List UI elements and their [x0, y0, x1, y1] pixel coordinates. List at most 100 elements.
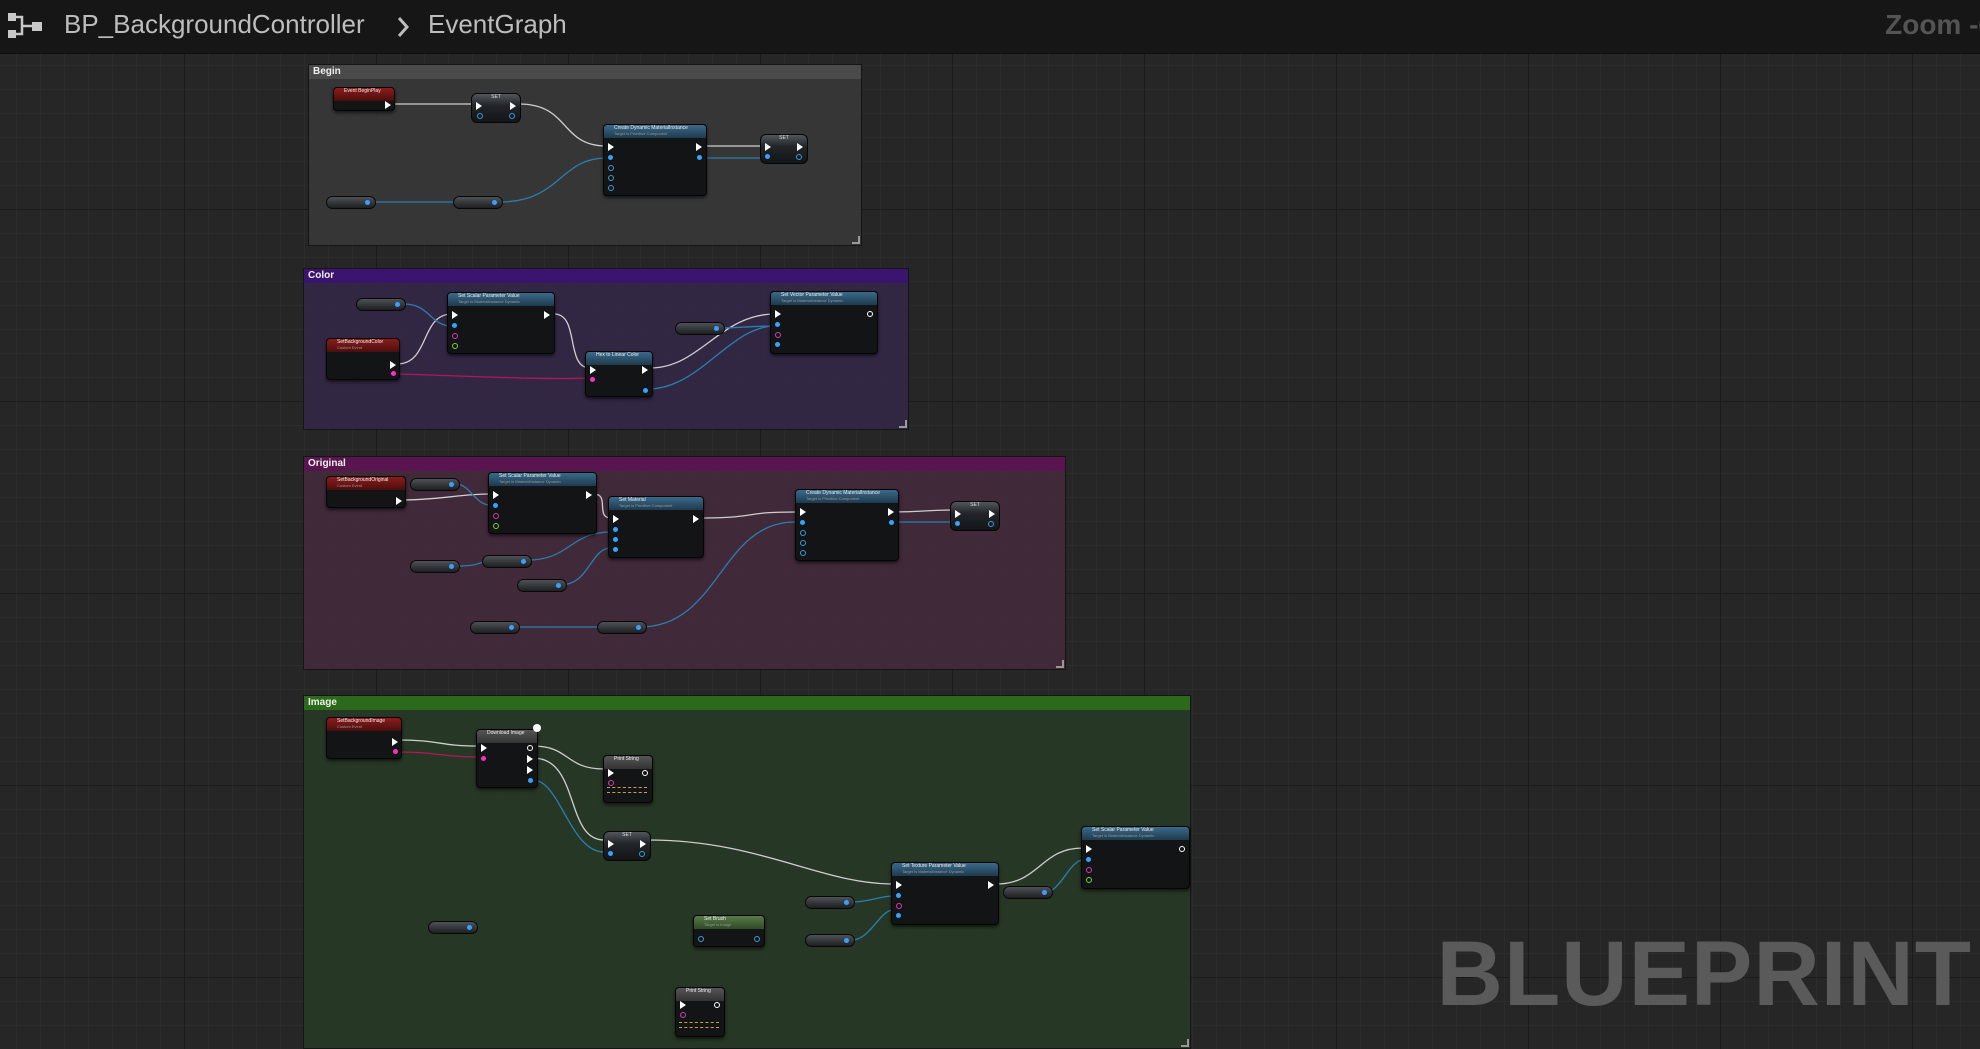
download-image-node[interactable]: Download Image — [476, 724, 541, 788]
set-brush-node[interactable]: Set Brush Target is Image — [693, 915, 765, 947]
value-out-pin[interactable] — [509, 113, 515, 119]
target-pin[interactable] — [452, 323, 457, 328]
exec-in-pin[interactable] — [452, 311, 458, 319]
exec-in-pin[interactable] — [608, 143, 614, 151]
set-variable-node[interactable]: SET — [950, 501, 1000, 531]
value-in-pin[interactable] — [477, 113, 483, 119]
exec-out-pin[interactable] — [390, 361, 396, 369]
variable-get-node[interactable] — [805, 934, 855, 947]
value-pin[interactable] — [896, 913, 901, 918]
param-name-pin[interactable] — [452, 333, 458, 339]
exec-out-pin[interactable] — [510, 102, 516, 110]
in-string-pin[interactable] — [608, 780, 614, 786]
exec-in-pin[interactable] — [613, 515, 619, 523]
variable-get-node[interactable] — [597, 621, 647, 634]
param-pin[interactable] — [800, 530, 806, 536]
param-name-pin[interactable] — [775, 332, 781, 338]
param-name-pin[interactable] — [896, 903, 902, 909]
in-string-pin[interactable] — [680, 1012, 686, 1018]
set-scalar-parameter-value-node[interactable]: Set Scalar Parameter Value Target is Mate… — [1081, 826, 1190, 889]
variable-get-node[interactable] — [428, 921, 478, 934]
exec-out-pin[interactable] — [642, 770, 648, 776]
hex-in-pin[interactable] — [590, 377, 595, 382]
variable-get-node[interactable] — [410, 560, 460, 573]
exec-out-pin[interactable] — [640, 840, 646, 848]
set-scalar-parameter-value-node[interactable]: Set Scalar Parameter Value Target is Mate… — [488, 472, 597, 534]
exec-in-pin[interactable] — [765, 143, 771, 151]
then-pin[interactable] — [527, 745, 533, 751]
return-value-pin[interactable] — [697, 155, 702, 160]
comment-image[interactable]: Image — [303, 695, 1191, 1049]
value-out-pin[interactable] — [639, 851, 645, 857]
custom-event-setbackgroundoriginal-node[interactable]: SetBackgroundOriginal Custom Event — [326, 476, 406, 508]
exec-in-pin[interactable] — [493, 491, 499, 499]
blueprint-name-breadcrumb[interactable]: BP_BackgroundController — [64, 9, 365, 40]
exec-in-pin[interactable] — [481, 744, 487, 752]
exec-out-pin[interactable] — [396, 497, 402, 505]
exec-in-pin[interactable] — [1086, 845, 1092, 853]
value-pin[interactable] — [775, 342, 780, 347]
exec-out-pin[interactable] — [867, 311, 873, 317]
exec-out-pin[interactable] — [989, 510, 995, 518]
material-pin[interactable] — [613, 547, 618, 552]
exec-in-pin[interactable] — [680, 1001, 686, 1009]
variable-get-node[interactable] — [326, 196, 376, 209]
target-pin[interactable] — [613, 527, 618, 532]
target-pin[interactable] — [698, 936, 704, 942]
graph-name-breadcrumb[interactable]: EventGraph — [428, 9, 567, 40]
exec-in-pin[interactable] — [775, 310, 781, 318]
exec-out-pin[interactable] — [586, 491, 592, 499]
target-pin[interactable] — [1086, 857, 1091, 862]
exec-out-pin[interactable] — [797, 143, 803, 151]
create-dynamic-material-instance-node[interactable]: Create Dynamic MaterialInstance Target is… — [795, 489, 899, 561]
graph-icon[interactable] — [8, 13, 42, 39]
variable-get-node[interactable] — [453, 196, 503, 209]
exec-out-pin[interactable] — [1179, 846, 1185, 852]
value-pin[interactable] — [1086, 877, 1092, 883]
value-pin[interactable] — [493, 523, 499, 529]
set-variable-node[interactable]: SET — [603, 831, 651, 861]
exec-out-pin[interactable] — [714, 1002, 720, 1008]
exec-out-pin[interactable] — [385, 101, 391, 109]
custom-event-setbackgroundcolor-node[interactable]: SetBackgroundColor Custom Event — [326, 338, 400, 380]
on-success-pin[interactable] — [527, 755, 533, 763]
param-name-pin[interactable] — [493, 513, 499, 519]
target-pin[interactable] — [493, 503, 498, 508]
exec-out-pin[interactable] — [544, 311, 550, 319]
exec-in-pin[interactable] — [590, 366, 596, 374]
param-pin[interactable] — [800, 540, 806, 546]
variable-get-node[interactable] — [517, 579, 567, 592]
value-in-pin[interactable] — [955, 521, 960, 526]
param-pin[interactable] — [608, 185, 614, 191]
value-pin[interactable] — [452, 343, 458, 349]
variable-get-node[interactable] — [482, 555, 532, 568]
resize-handle[interactable] — [852, 236, 860, 244]
texture-out-pin[interactable] — [528, 778, 533, 783]
param-name-pin[interactable] — [1086, 867, 1092, 873]
set-variable-node[interactable]: SET — [760, 134, 808, 164]
variable-get-node[interactable] — [675, 322, 725, 335]
exec-out-pin[interactable] — [392, 738, 398, 746]
exec-in-pin[interactable] — [608, 769, 614, 777]
set-material-node[interactable]: Set Material Target is Primitive Componen… — [608, 496, 704, 558]
resize-handle[interactable] — [899, 420, 907, 428]
target-pin[interactable] — [608, 155, 613, 160]
url-in-pin[interactable] — [481, 756, 486, 761]
print-string-node[interactable]: Print String — [675, 987, 725, 1037]
param-pin[interactable] — [608, 175, 614, 181]
value-out-pin[interactable] — [796, 154, 802, 160]
exec-in-pin[interactable] — [896, 881, 902, 889]
variable-get-node[interactable] — [1003, 886, 1053, 899]
color-out-pin[interactable] — [391, 371, 396, 376]
variable-get-node[interactable] — [410, 478, 460, 491]
text-field[interactable] — [679, 1022, 719, 1028]
exec-in-pin[interactable] — [476, 102, 482, 110]
param-pin[interactable] — [608, 165, 614, 171]
variable-get-node[interactable] — [470, 621, 520, 634]
print-string-node[interactable]: Print String — [603, 755, 653, 803]
set-variable-node[interactable]: SET — [471, 93, 521, 123]
exec-in-pin[interactable] — [800, 508, 806, 516]
create-dynamic-material-instance-node[interactable]: Create Dynamic MaterialInstance Target is… — [603, 124, 707, 196]
target-pin[interactable] — [896, 893, 901, 898]
custom-event-setbackgroundimage-node[interactable]: SetBackgroundImage Custom Event — [326, 717, 402, 759]
